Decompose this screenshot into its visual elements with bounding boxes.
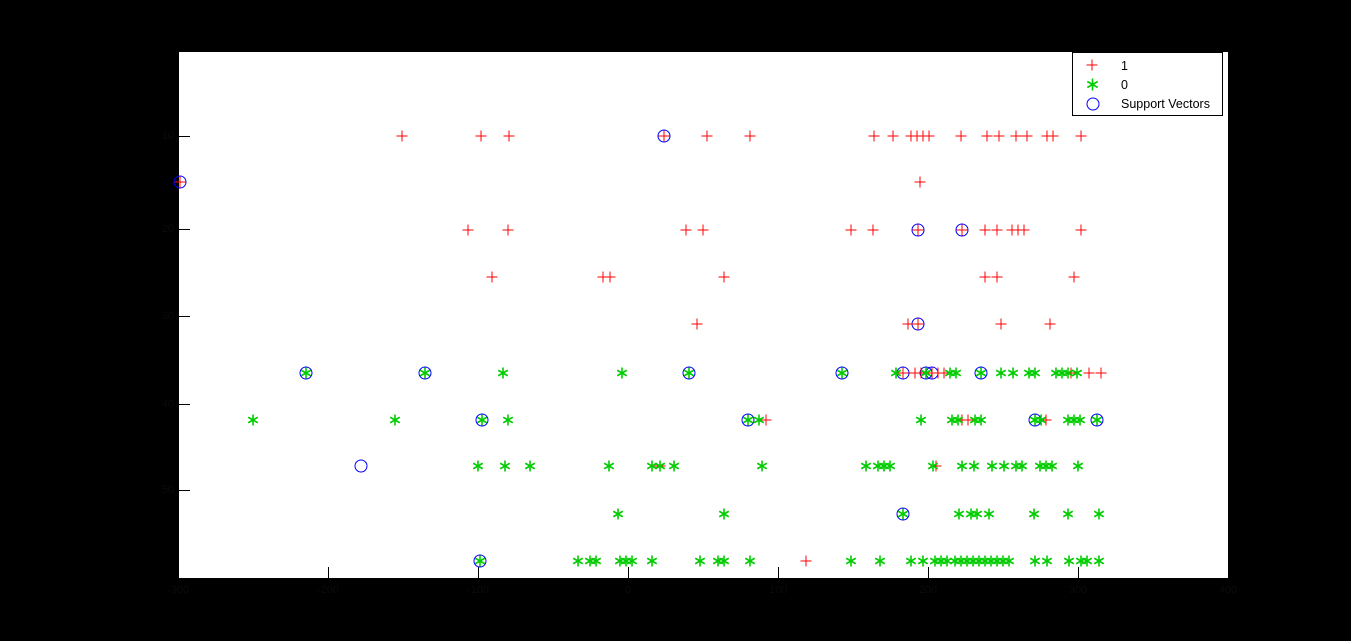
- x-tick: [778, 567, 779, 578]
- legend-label: Support Vectors: [1121, 97, 1210, 111]
- y-tick-label: 10: [161, 130, 174, 142]
- x-axis-line: [178, 578, 1229, 580]
- y-tick-label: 40: [161, 398, 174, 410]
- legend-circle-icon: [1086, 97, 1100, 111]
- x-tick-label: 400: [1218, 584, 1238, 596]
- legend-label: 0: [1121, 78, 1128, 92]
- y-tick-label: 20: [161, 223, 174, 235]
- x-tick: [628, 567, 629, 578]
- x-tick: [1228, 567, 1229, 578]
- y-tick: [179, 404, 190, 405]
- x-tick: [928, 567, 929, 578]
- figure-canvas: -300 -200 -100 0 100 200 300 400 10 20 30 40 50 1 0 Su…: [0, 0, 1351, 641]
- x-tick-label: 300: [1068, 584, 1088, 596]
- x-tick-label: 200: [918, 584, 938, 596]
- legend-row[interactable]: 1: [1073, 57, 1222, 76]
- y-tick: [179, 229, 190, 230]
- legend-plus-icon: [1086, 59, 1100, 73]
- y-tick: [179, 490, 190, 491]
- x-tick-label: -200: [316, 584, 340, 596]
- y-tick: [179, 316, 190, 317]
- legend-label: 1: [1121, 59, 1128, 73]
- x-tick: [478, 567, 479, 578]
- x-tick: [178, 567, 179, 578]
- y-tick-label: 50: [161, 484, 174, 496]
- x-tick-label: 0: [624, 584, 632, 596]
- legend-row[interactable]: Support Vectors: [1073, 95, 1222, 114]
- x-tick-label: -300: [166, 584, 190, 596]
- plot-area: [178, 52, 1228, 578]
- x-tick-label: 100: [768, 584, 788, 596]
- x-tick-label: -100: [466, 584, 490, 596]
- x-tick: [1078, 567, 1079, 578]
- legend-asterisk-icon: [1086, 78, 1100, 92]
- y-tick: [179, 136, 190, 137]
- x-tick: [328, 567, 329, 578]
- y-tick-label: 30: [161, 310, 174, 322]
- legend-row[interactable]: 0: [1073, 76, 1222, 95]
- legend-box: 1 0 Support Vectors: [1072, 52, 1223, 116]
